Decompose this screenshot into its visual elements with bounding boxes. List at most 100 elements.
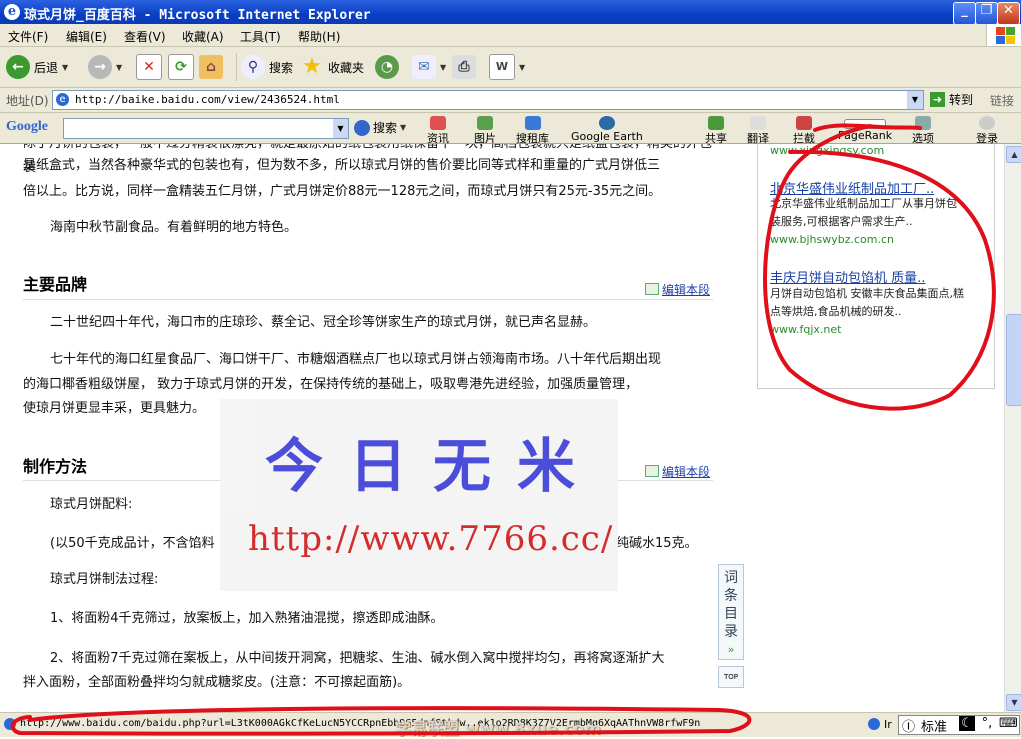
google-bookmarks-button[interactable]: 搜租库 xyxy=(516,116,549,146)
article-paragraph: 2、将面粉7千克过筛在案板上，从中间拨开洞窝，把糖浆、生油、碱水倒入窝中搅拌均匀… xyxy=(50,651,665,666)
share-icon xyxy=(708,116,724,130)
menu-favorites[interactable]: 收藏(A) xyxy=(182,28,224,45)
history-icon: ◔ xyxy=(375,55,399,79)
punctuation-icon[interactable]: °, xyxy=(979,716,995,731)
address-bar: 地址(D) e http://baike.baidu.com/view/2436… xyxy=(0,88,1021,113)
ad-description: 装服务,可根据客户需求生产.. xyxy=(770,215,913,228)
google-images-button[interactable]: 图片 xyxy=(474,116,496,146)
google-popup-blocker-button[interactable]: 拦截 xyxy=(793,116,815,146)
article-paragraph: 拌入面粉，全部面粉叠拌均匀就成糖浆皮。(注意：不可擦起面筋)。 xyxy=(23,675,411,690)
ime-mode[interactable]: 标准 xyxy=(921,716,947,735)
page-icon: e xyxy=(56,93,69,106)
address-dropdown-icon[interactable]: ▼ xyxy=(907,91,923,109)
blocker-icon xyxy=(796,116,812,130)
status-watermark-text: 学易联盟 www.8xue.com xyxy=(395,719,601,738)
history-button[interactable]: ◔ xyxy=(375,53,399,81)
user-icon xyxy=(979,116,995,130)
google-pagerank-button[interactable]: PageRank xyxy=(838,116,892,142)
menu-help[interactable]: 帮助(H) xyxy=(298,28,340,45)
windows-logo-icon xyxy=(986,24,1021,46)
menu-tools[interactable]: 工具(T) xyxy=(240,28,281,45)
scroll-down-icon[interactable]: ▼ xyxy=(1006,694,1021,711)
google-logo: Google xyxy=(6,119,48,134)
mail-button[interactable]: ✉ ▼ xyxy=(412,53,446,81)
watermark-title: 今日无米 xyxy=(265,432,602,500)
sponsored-links-panel: www.xingxingsy.com 北京华盛伟业纸制品加工厂.. 北京华盛伟业… xyxy=(757,144,995,389)
plus-icon xyxy=(524,116,541,130)
menu-edit[interactable]: 编辑(E) xyxy=(66,28,107,45)
scroll-thumb[interactable] xyxy=(1006,314,1021,406)
ad-url[interactable]: www.bjhswybz.com.cn xyxy=(770,233,894,246)
back-button[interactable]: ← 后退 ▼ xyxy=(6,53,68,81)
article-paragraph: 七十年代的海口红星食品厂、海口饼干厂、市糖烟酒糕点厂也以琼式月饼占领海南市场。八… xyxy=(50,352,662,367)
go-button[interactable]: ➜ 转到 xyxy=(930,91,973,108)
google-search-input[interactable]: ▼ xyxy=(63,118,349,139)
search-icon: ⚲ xyxy=(241,55,265,79)
google-share-button[interactable]: 共享 xyxy=(705,116,727,146)
star-icon: ★ xyxy=(302,54,322,79)
address-input[interactable]: e http://baike.baidu.com/view/2436524.ht… xyxy=(52,90,924,110)
back-to-top-button[interactable]: TOP xyxy=(718,666,744,688)
stop-icon: ✕ xyxy=(136,54,162,80)
wrench-icon xyxy=(915,116,931,130)
moon-icon[interactable]: ☾ xyxy=(959,716,975,731)
stop-button[interactable]: ✕ xyxy=(136,53,162,81)
edit-section-link[interactable]: 编辑本段 xyxy=(645,463,710,480)
menu-view[interactable]: 查看(V) xyxy=(124,28,166,45)
google-translate-button[interactable]: 翻译 xyxy=(747,116,769,146)
article-paragraph: 纯碱水15克。 xyxy=(616,536,698,551)
google-dropdown-icon[interactable]: ▼ xyxy=(333,119,348,138)
google-toolbar: Google ▼ 搜索 ▼ 资讯 图片 搜租库 Google Earth 共享 翻… xyxy=(0,113,1021,146)
google-login-button[interactable]: 登录 xyxy=(976,116,998,146)
status-page-icon xyxy=(4,718,16,730)
edit-section-link[interactable]: 编辑本段 xyxy=(645,281,710,298)
google-news-button[interactable]: 资讯 xyxy=(427,116,449,146)
google-earth-button[interactable]: Google Earth xyxy=(571,116,643,143)
home-icon: ⌂ xyxy=(199,55,223,79)
google-options-button[interactable]: 选项 xyxy=(912,116,934,146)
refresh-icon: ⟳ xyxy=(168,54,194,80)
forward-arrow-icon: → xyxy=(88,55,112,79)
ad-title-link[interactable]: 丰庆月饼自动包馅机 质量.. xyxy=(770,267,925,286)
home-button[interactable]: ⌂ xyxy=(199,53,223,81)
printer-icon: ⎙ xyxy=(452,55,476,79)
google-search-icon xyxy=(354,119,370,136)
article-paragraph: 的海口椰香粗级饼屋， 致力于琼式月饼的开发，在保持传统的基础上，吸取粤港先进经验… xyxy=(23,377,639,392)
maximize-button[interactable]: ❐ xyxy=(975,2,998,25)
ime-toolbar[interactable]: Ⓘ 标准 ☾ °, ⌨ xyxy=(898,715,1020,735)
article-paragraph: 是纸盒式，当然各种豪华式的包装也有，但为数不多，所以琼式月饼的售价要比同等式样和… xyxy=(23,158,661,173)
back-arrow-icon: ← xyxy=(6,55,30,79)
favorites-button[interactable]: ★ 收藏夹 xyxy=(300,53,364,81)
edit-icon xyxy=(645,465,659,477)
minimize-button[interactable]: _ xyxy=(953,2,976,25)
ie-icon: e xyxy=(4,4,20,20)
article-paragraph: 1、将面粉4千克筛过，放案板上，加入熟猪油混搅，擦透即成油酥。 xyxy=(50,611,444,626)
watermark-overlay: 今日无米 http://www.7766.cc/ xyxy=(220,399,618,591)
internet-zone-icon xyxy=(868,718,880,730)
scroll-up-icon[interactable]: ▲ xyxy=(1006,146,1021,163)
print-button[interactable]: ⎙ xyxy=(452,53,476,81)
translate-icon xyxy=(750,116,766,130)
keyboard-icon[interactable]: ⌨ xyxy=(999,716,1018,731)
section-heading: 制作方法 xyxy=(23,457,88,476)
standard-toolbar: ← 后退 ▼ → ▼ ✕ ⟳ ⌂ ⚲ 搜索 ★ 收藏夹 ◔ ✉ ▼ ⎙ W ▼ xyxy=(0,47,1021,88)
toc-button[interactable]: 词条目录 » xyxy=(718,564,744,660)
google-search-button[interactable]: 搜索 ▼ xyxy=(354,119,406,136)
refresh-button[interactable]: ⟳ xyxy=(168,53,194,81)
ad-url[interactable]: www.fqjx.net xyxy=(770,323,841,336)
chevron-right-icon: » xyxy=(727,643,735,656)
menu-file[interactable]: 文件(F) xyxy=(8,28,48,45)
ime-logo-icon: Ⓘ xyxy=(902,720,916,735)
links-label[interactable]: 链接 xyxy=(990,92,1014,109)
vertical-scrollbar[interactable]: ▲ ▼ xyxy=(1004,144,1021,712)
toc-label: 词条目录 xyxy=(724,570,738,640)
ad-url[interactable]: www.xingxingsy.com xyxy=(770,144,884,157)
forward-button[interactable]: → ▼ xyxy=(88,53,122,81)
news-icon xyxy=(430,116,446,130)
zone-label: Ir xyxy=(884,718,892,731)
search-button[interactable]: ⚲ 搜索 xyxy=(236,53,293,81)
close-button[interactable]: ✕ xyxy=(997,2,1020,25)
article-paragraph: 二十世纪四十年代，海口市的庄琼珍、蔡全记、冠全珍等饼家生产的琼式月饼，就已声名显… xyxy=(50,315,597,330)
edit-document-button[interactable]: W ▼ xyxy=(489,53,525,81)
pagerank-bar-icon xyxy=(844,119,887,129)
